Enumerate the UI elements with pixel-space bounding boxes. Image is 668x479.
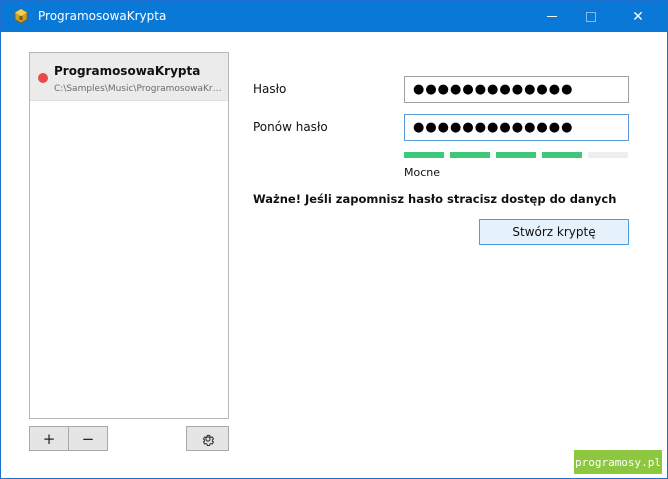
app-cube-icon bbox=[14, 8, 28, 24]
minus-icon: − bbox=[81, 429, 95, 448]
password-strength-meter bbox=[404, 152, 629, 158]
list-item[interactable]: ProgramosowaKrypta C:\Samples\Music\Prog… bbox=[30, 53, 228, 101]
title-bar[interactable]: ProgramosowaKrypta ✕ bbox=[1, 1, 667, 32]
settings-button[interactable] bbox=[186, 426, 229, 451]
password-input[interactable]: ●●●●●●●●●●●●● bbox=[404, 76, 629, 103]
app-window: ProgramosowaKrypta ✕ ProgramosowaKrypta … bbox=[0, 0, 668, 479]
close-button[interactable]: ✕ bbox=[615, 1, 661, 32]
watermark-badge: programosy.pl bbox=[574, 450, 662, 474]
repeat-password-input[interactable]: ●●●●●●●●●●●●● bbox=[404, 114, 629, 141]
vault-path: C:\Samples\Music\ProgramosowaKrypta bbox=[54, 84, 224, 94]
maximize-button[interactable] bbox=[568, 1, 614, 32]
repeat-password-label: Ponów hasło bbox=[253, 120, 328, 134]
minimize-icon bbox=[547, 16, 557, 17]
locked-status-dot bbox=[38, 73, 48, 83]
strength-segment bbox=[588, 152, 628, 158]
vault-name: ProgramosowaKrypta bbox=[54, 64, 201, 78]
add-vault-button[interactable]: + bbox=[29, 426, 69, 451]
strength-segment bbox=[404, 152, 444, 158]
gear-icon bbox=[202, 434, 214, 446]
strength-segment bbox=[496, 152, 536, 158]
strength-segment bbox=[542, 152, 582, 158]
create-vault-button[interactable]: Stwórz kryptę bbox=[479, 219, 629, 245]
strength-segment bbox=[450, 152, 490, 158]
password-label: Hasło bbox=[253, 82, 287, 96]
window-title: ProgramosowaKrypta bbox=[38, 9, 167, 23]
warning-text: Ważne! Jeśli zapomnisz hasło stracisz do… bbox=[253, 192, 617, 206]
main-content: ProgramosowaKrypta C:\Samples\Music\Prog… bbox=[1, 32, 667, 478]
close-icon: ✕ bbox=[632, 8, 644, 25]
strength-label: Mocne bbox=[404, 166, 441, 179]
maximize-icon bbox=[586, 11, 596, 22]
plus-icon: + bbox=[42, 429, 56, 448]
vault-list[interactable]: ProgramosowaKrypta C:\Samples\Music\Prog… bbox=[29, 52, 229, 419]
remove-vault-button[interactable]: − bbox=[68, 426, 108, 451]
